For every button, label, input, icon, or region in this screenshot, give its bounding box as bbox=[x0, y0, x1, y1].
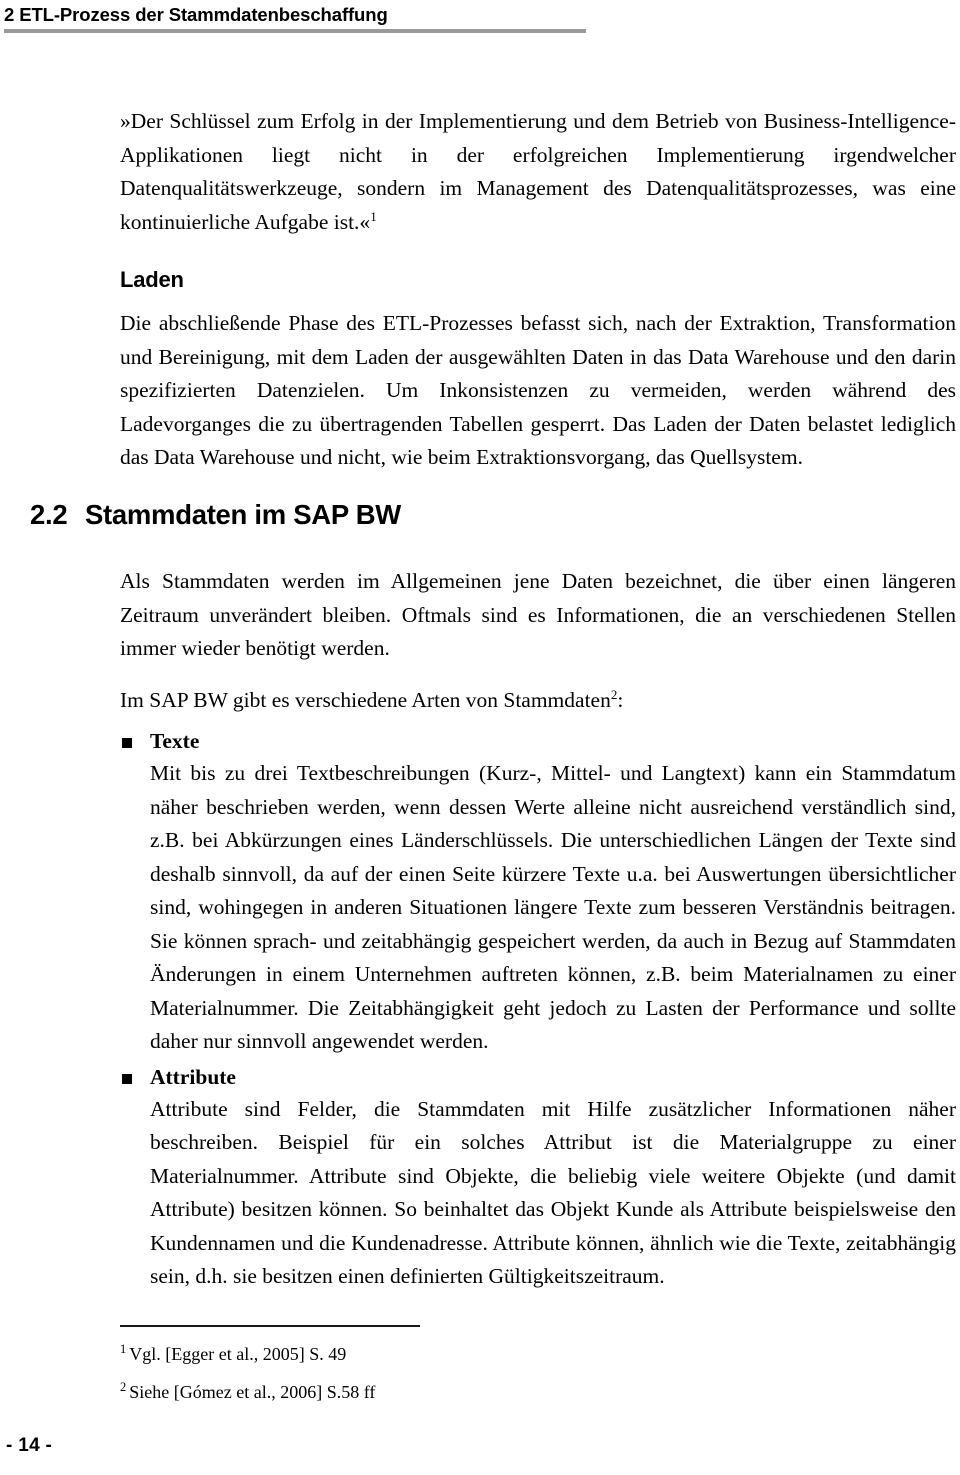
lead-in-colon: : bbox=[617, 687, 624, 712]
square-bullet-icon bbox=[122, 738, 132, 748]
footnote-area: 1 Vgl. [Egger et al., 2005] S. 49 2 Siehe … bbox=[120, 1325, 720, 1403]
list-item: Texte Mit bis zu drei Textbeschreibungen… bbox=[120, 725, 956, 1059]
blockquote-text: »Der Schlüssel zum Erfolg in der Impleme… bbox=[120, 109, 956, 234]
bullet-body-texte: Mit bis zu drei Textbeschreibungen (Kurz… bbox=[150, 761, 956, 1053]
bullet-label-attribute: Attribute bbox=[150, 1064, 236, 1089]
footnote-marker-2: 2 bbox=[120, 1380, 127, 1394]
page-number: - 14 - bbox=[6, 1435, 53, 1456]
subsection-heading-laden: Laden bbox=[120, 267, 184, 292]
footnote-entry: 1 Vgl. [Egger et al., 2005] S. 49 bbox=[120, 1343, 720, 1365]
footnote-entry: 2 Siehe [Gómez et al., 2006] S.58 ff bbox=[120, 1381, 720, 1403]
footnote-text-2: Siehe [Gómez et al., 2006] S.58 ff bbox=[129, 1382, 376, 1402]
lead-in-text: Im SAP BW gibt es verschiedene Arten von… bbox=[120, 687, 611, 712]
section-title: Stammdaten im SAP BW bbox=[85, 499, 401, 530]
content-column: »Der Schlüssel zum Erfolg in der Impleme… bbox=[120, 105, 956, 475]
running-header-title: 2 ETL-Prozess der Stammdatenbeschaffung bbox=[4, 4, 388, 25]
header-divider-rule bbox=[4, 29, 586, 33]
footnote-separator-rule bbox=[120, 1325, 420, 1327]
blockquote-paragraph: »Der Schlüssel zum Erfolg in der Impleme… bbox=[120, 105, 956, 239]
section-intro-paragraph: Als Stammdaten werden im Allgemeinen jen… bbox=[120, 569, 956, 660]
footnote-list: 1 Vgl. [Egger et al., 2005] S. 49 2 Siehe … bbox=[120, 1343, 720, 1403]
section-number: 2.2 bbox=[30, 499, 68, 530]
square-bullet-icon bbox=[122, 1073, 132, 1084]
bullet-body-attribute: Attribute sind Felder, die Stammdaten mi… bbox=[150, 1096, 956, 1289]
footnote-ref-1[interactable]: 1 bbox=[370, 208, 377, 223]
section-lead-in-paragraph: Im SAP BW gibt es verschiedene Arten von… bbox=[120, 684, 956, 718]
list-item: Attribute Attribute sind Felder, die Sta… bbox=[120, 1061, 956, 1294]
bullet-label-texte: Texte bbox=[150, 729, 200, 753]
section-heading-2-2: 2.2 Stammdaten im SAP BW bbox=[30, 498, 401, 531]
running-header: 2 ETL-Prozess der Stammdatenbeschaffung bbox=[4, 4, 594, 33]
document-page: 2 ETL-Prozess der Stammdatenbeschaffung … bbox=[0, 0, 960, 1475]
footnote-text-1: Vgl. [Egger et al., 2005] S. 49 bbox=[129, 1344, 347, 1364]
stammdaten-types-list: Texte Mit bis zu drei Textbeschreibungen… bbox=[120, 725, 956, 1294]
section-body-column: Als Stammdaten werden im Allgemeinen jen… bbox=[120, 565, 956, 1296]
footnote-marker-1: 1 bbox=[120, 1342, 127, 1356]
laden-paragraph: Die abschließende Phase des ETL-Prozesse… bbox=[120, 311, 956, 469]
